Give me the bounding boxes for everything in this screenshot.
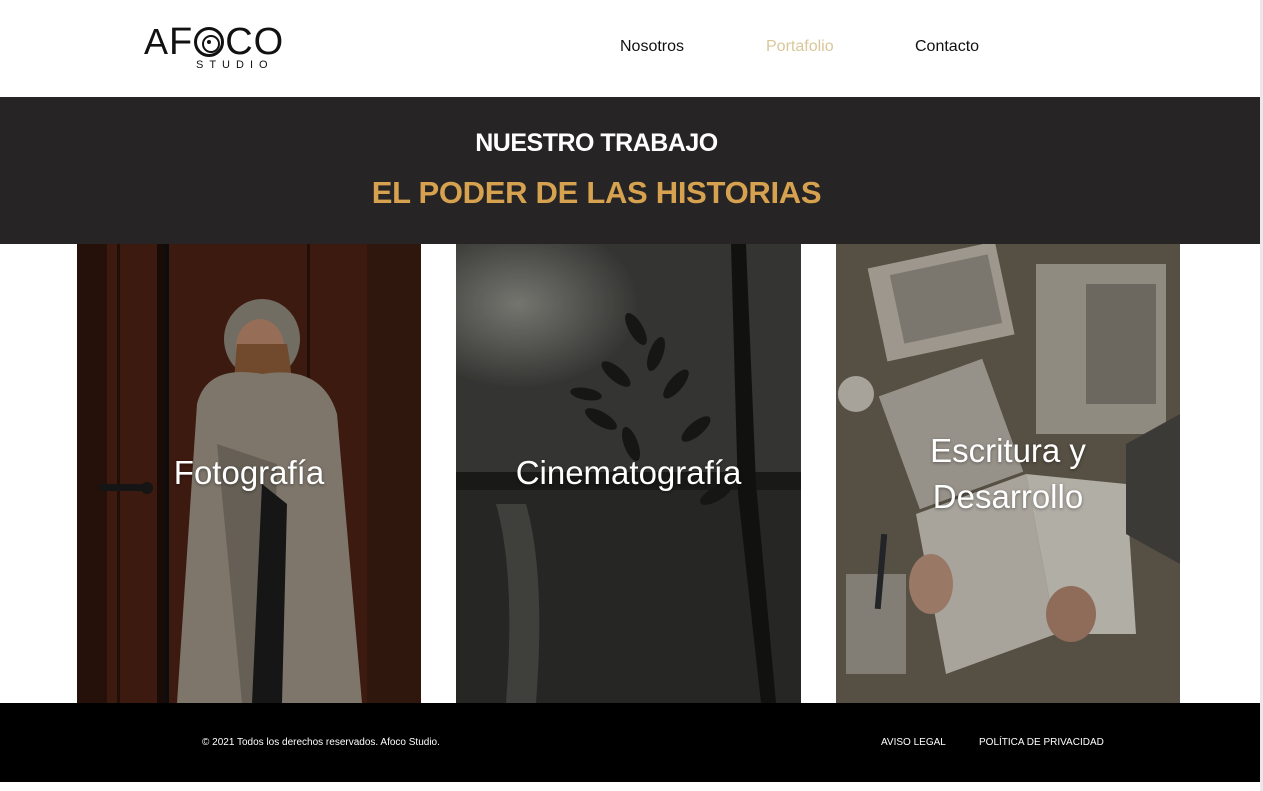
nav-portafolio[interactable]: Portafolio bbox=[766, 38, 834, 56]
footer-link-aviso-legal[interactable]: AVISO LEGAL bbox=[881, 737, 946, 748]
card-fotografia[interactable]: Fotografía bbox=[77, 244, 421, 703]
site-footer: © 2021 Todos los derechos reservados. Af… bbox=[0, 703, 1260, 782]
site-header: AF CO STUDIO Nosotros Portafolio Contacto bbox=[0, 0, 1260, 97]
card-title-fotografia: Fotografía bbox=[173, 454, 325, 491]
camera-lens-icon bbox=[194, 27, 225, 57]
nav-nosotros[interactable]: Nosotros bbox=[620, 38, 684, 56]
nav-contacto[interactable]: Contacto bbox=[915, 38, 979, 56]
footer-link-politica-privacidad[interactable]: POLÍTICA DE PRIVACIDAD bbox=[979, 737, 1104, 748]
banner-title: NUESTRO TRABAJO bbox=[475, 129, 718, 157]
banner-subtitle: EL PODER DE LAS HISTORIAS bbox=[371, 175, 822, 210]
page: AF CO STUDIO Nosotros Portafolio Contacto… bbox=[0, 0, 1260, 791]
card-title-escritura-line2: Desarrollo bbox=[932, 478, 1084, 515]
logo-subtitle: STUDIO bbox=[196, 59, 274, 71]
card-cinematografia[interactable]: Cinematografía bbox=[456, 244, 801, 703]
portfolio-banner: NUESTRO TRABAJO EL PODER DE LAS HISTORIA… bbox=[0, 97, 1260, 244]
card-title-escritura: Escritura y Desarrollo bbox=[836, 428, 1180, 520]
card-title-escritura-line1: Escritura y bbox=[930, 432, 1086, 469]
logo[interactable]: AF CO STUDIO bbox=[144, 22, 294, 74]
logo-wordmark: AF CO bbox=[144, 21, 285, 63]
card-title-cinematografia: Cinematografía bbox=[515, 454, 742, 491]
card-escritura-desarrollo[interactable]: Escritura y Desarrollo bbox=[836, 244, 1180, 703]
footer-copyright: © 2021 Todos los derechos reservados. Af… bbox=[202, 737, 440, 748]
